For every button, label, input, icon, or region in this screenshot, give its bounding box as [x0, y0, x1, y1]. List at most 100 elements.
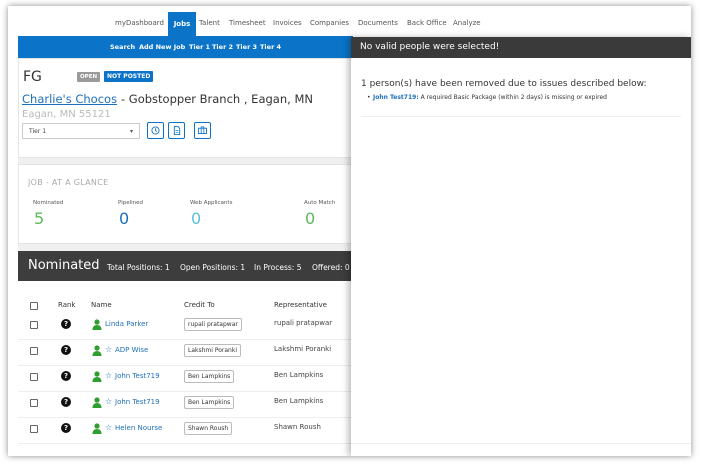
row-checkbox[interactable]	[30, 425, 38, 433]
stat-label-nominated: Nominated	[33, 200, 64, 206]
stat-value-pipelined[interactable]: 0	[119, 209, 129, 228]
chevron-down-icon: ▾	[129, 128, 133, 135]
tier-select[interactable]: Tier 1 ▾	[22, 123, 140, 139]
person-icon	[92, 397, 102, 408]
candidate-name-link[interactable]: Linda Parker	[105, 320, 148, 328]
job-summary-card: FG OPEN NOT POSTED Charlie's Chocos - Go…	[18, 58, 355, 158]
star-icon[interactable]: ☆	[105, 371, 112, 380]
job-address: Eagan, MN 55121	[22, 109, 111, 120]
column-header-credit-to[interactable]: Credit To	[184, 301, 215, 309]
nominated-table: Rank Name Credit To Representative ? Lin…	[18, 281, 353, 456]
offered: Offered: 0	[312, 263, 350, 272]
clock-icon	[151, 126, 160, 135]
nav-timesheet[interactable]: Timesheet	[229, 19, 266, 27]
rank-question-icon[interactable]: ?	[61, 345, 71, 355]
nav-companies[interactable]: Companies	[310, 19, 349, 27]
tier-select-value: Tier 1	[29, 128, 47, 135]
subnav-tier-4[interactable]: Tier 4	[260, 43, 281, 51]
stat-label-pipelined: Pipelined	[118, 200, 144, 206]
in-process: In Process: 5	[254, 263, 302, 272]
glance-title: JOB - AT A GLANCE	[28, 178, 109, 187]
candidate-name-link[interactable]: Helen Nourse	[115, 424, 162, 432]
issue-person-link[interactable]: John Test719:	[373, 94, 419, 101]
nav-back-office[interactable]: Back Office	[407, 19, 447, 27]
subnav-search[interactable]: Search	[110, 43, 135, 51]
row-checkbox[interactable]	[30, 321, 38, 329]
jobs-subnav: Search Add New Job Tier 1 Tier 2 Tier 3 …	[18, 36, 353, 58]
subnav-add-new-job[interactable]: Add New Job	[139, 43, 185, 51]
representative: rupali pratapwar	[274, 319, 333, 327]
subnav-tier-2[interactable]: Tier 2	[212, 43, 233, 51]
column-header-rank[interactable]: Rank	[58, 301, 76, 309]
document-button[interactable]	[168, 122, 185, 139]
subnav-tier-1[interactable]: Tier 1	[189, 43, 210, 51]
stat-label-auto-match: Auto Match	[304, 200, 336, 206]
column-header-name[interactable]: Name	[91, 301, 112, 309]
star-icon[interactable]: ☆	[105, 423, 112, 432]
validation-message: 1 person(s) have been removed due to iss…	[361, 79, 647, 89]
validation-panel: No valid people were selected! 1 person(…	[351, 37, 691, 456]
nominated-header: Nominated Total Positions: 1 Open Positi…	[18, 251, 353, 281]
subnav-tier-3[interactable]: Tier 3	[236, 43, 257, 51]
briefcase-icon	[198, 126, 207, 134]
credit-to-tag[interactable]: Lakshmi Poranki	[184, 344, 242, 357]
star-icon[interactable]: ☆	[105, 397, 112, 406]
nav-jobs[interactable]: Jobs	[168, 12, 196, 36]
stat-value-web-applicants[interactable]: 0	[191, 209, 201, 228]
table-row: ? Linda Parker rupali pratapwar rupali p…	[18, 314, 353, 340]
table-row: ? ☆ ADP Wise Lakshmi Poranki Lakshmi Por…	[18, 340, 353, 366]
representative: Ben Lampkins	[274, 371, 324, 379]
open-positions: Open Positions: 1	[180, 263, 246, 272]
briefcase-button[interactable]	[194, 122, 211, 139]
issue-text: A required Basic Package (within 2 days)…	[418, 94, 607, 101]
top-navigation: myDashboard Jobs Talent Timesheet Invoic…	[8, 6, 691, 36]
rank-question-icon[interactable]: ?	[61, 371, 71, 381]
credit-to-tag[interactable]: rupali pratapwar	[184, 318, 242, 331]
select-all-checkbox[interactable]	[30, 302, 38, 310]
job-code: FG	[23, 69, 42, 85]
nav-documents[interactable]: Documents	[358, 19, 398, 27]
star-icon[interactable]: ☆	[105, 345, 112, 354]
divider	[351, 443, 691, 444]
info-button[interactable]	[147, 122, 164, 139]
stat-value-auto-match[interactable]: 0	[305, 209, 315, 228]
rank-question-icon[interactable]: ?	[61, 423, 71, 433]
validation-panel-title: No valid people were selected!	[351, 37, 691, 58]
branch-location: - Gobstopper Branch , Eagan, MN	[121, 92, 313, 106]
row-checkbox[interactable]	[30, 399, 38, 407]
row-checkbox[interactable]	[30, 373, 38, 381]
status-badge-not-posted: NOT POSTED	[104, 71, 154, 82]
person-icon	[92, 345, 102, 356]
credit-to-tag[interactable]: Ben Lampkins	[184, 396, 235, 409]
bullet: •	[367, 94, 371, 101]
stat-label-web-applicants: Web Applicants	[190, 200, 233, 206]
nominated-title: Nominated	[28, 258, 100, 273]
divider	[361, 116, 681, 117]
nav-analyze[interactable]: Analyze	[453, 19, 481, 27]
representative: Lakshmi Poranki	[274, 345, 332, 353]
representative: Shawn Roush	[274, 423, 321, 431]
representative: Ben Lampkins	[274, 397, 324, 405]
credit-to-tag[interactable]: Shawn Roush	[184, 422, 233, 435]
nav-invoices[interactable]: Invoices	[273, 19, 302, 27]
candidate-name-link[interactable]: ADP Wise	[115, 346, 148, 354]
row-checkbox[interactable]	[30, 347, 38, 355]
person-icon	[92, 319, 102, 330]
rank-question-icon[interactable]: ?	[61, 397, 71, 407]
candidate-name-link[interactable]: John Test719	[115, 372, 160, 380]
table-row: ? ☆ John Test719 Ben Lampkins Ben Lampki…	[18, 392, 353, 418]
nav-mydashboard[interactable]: myDashboard	[115, 19, 164, 27]
rank-question-icon[interactable]: ?	[61, 319, 71, 329]
candidate-name-link[interactable]: John Test719	[115, 398, 160, 406]
validation-issue-item: • John Test719: A required Basic Package…	[367, 94, 607, 101]
document-icon	[173, 126, 180, 135]
company-link[interactable]: Charlie's Chocos	[22, 92, 117, 106]
nav-talent[interactable]: Talent	[199, 19, 220, 27]
stat-value-nominated[interactable]: 5	[34, 209, 44, 228]
status-badge-open: OPEN	[77, 72, 101, 82]
person-icon	[92, 423, 102, 434]
credit-to-tag[interactable]: Ben Lampkins	[184, 370, 235, 383]
table-row: ? ☆ John Test719 Ben Lampkins Ben Lampki…	[18, 366, 353, 392]
column-header-representative[interactable]: Representative	[274, 301, 327, 309]
table-row: ? ☆ Helen Nourse Shawn Roush Shawn Roush	[18, 418, 353, 444]
